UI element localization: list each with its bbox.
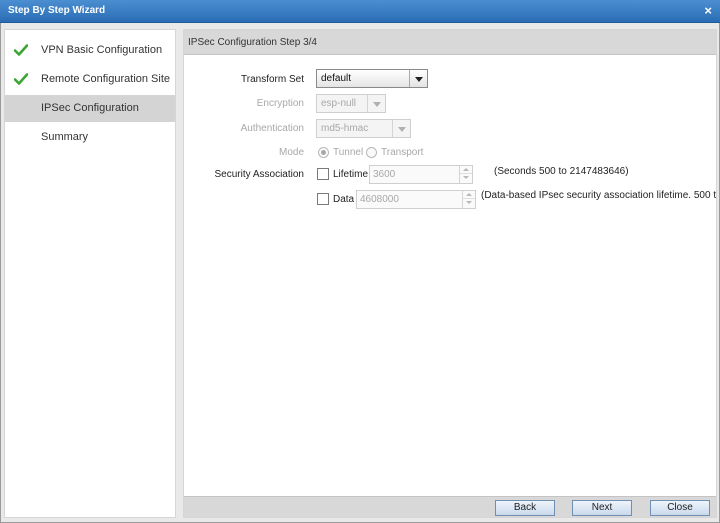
lifetime-value: 3600: [373, 169, 396, 180]
checkmark-icon: [14, 73, 28, 85]
mode-tunnel-radio[interactable]: [318, 147, 329, 158]
authentication-label: Authentication: [240, 123, 304, 134]
encryption-value: esp-null: [321, 98, 357, 109]
mode-transport-label: Transport: [381, 147, 424, 158]
transform-set-value: default: [321, 73, 352, 84]
wizard-window: VPN Basic Configuration Remote Configura…: [0, 23, 720, 523]
lifetime-checkbox[interactable]: [317, 168, 329, 180]
step-label: VPN Basic Configuration: [41, 44, 163, 56]
mode-transport-radio[interactable]: [366, 147, 377, 158]
window-title: Step By Step Wizard: [8, 5, 106, 16]
page-title: IPSec Configuration Step 3/4: [188, 37, 317, 48]
encryption-label: Encryption: [256, 98, 304, 109]
encryption-select[interactable]: esp-null: [316, 94, 386, 113]
data-input[interactable]: 4608000: [356, 190, 476, 209]
content-header: IPSec Configuration Step 3/4: [184, 30, 716, 55]
step-vpn-basic-configuration[interactable]: VPN Basic Configuration: [5, 37, 175, 64]
chevron-down-icon: [392, 120, 410, 137]
lifetime-input[interactable]: 3600: [369, 165, 473, 184]
step-ipsec-configuration[interactable]: IPSec Configuration: [5, 95, 175, 122]
step-summary[interactable]: Summary: [5, 124, 175, 151]
stepper-down-icon[interactable]: [463, 199, 475, 207]
authentication-select[interactable]: md5-hmac: [316, 119, 411, 138]
stepper-up-icon[interactable]: [463, 191, 475, 199]
step-label: Summary: [41, 131, 89, 143]
mode-tunnel-label: Tunnel: [333, 147, 364, 158]
transform-set-select[interactable]: default: [316, 69, 428, 88]
transform-set-label: Transform Set: [241, 74, 304, 85]
lifetime-stepper[interactable]: [459, 166, 472, 183]
next-button[interactable]: Next: [572, 500, 632, 516]
data-label: Data: [333, 194, 355, 205]
lifetime-label: Lifetime: [333, 169, 369, 180]
step-label: Remote Configuration Site: [41, 73, 171, 85]
wizard-steps-sidebar: VPN Basic Configuration Remote Configura…: [4, 29, 176, 518]
close-icon[interactable]: ×: [704, 3, 712, 18]
close-button[interactable]: Close: [650, 500, 710, 516]
security-association-label: Security Association: [214, 169, 305, 180]
data-stepper[interactable]: [462, 191, 475, 208]
stepper-down-icon[interactable]: [460, 174, 472, 182]
data-hint: (Data-based IPsec security association l…: [481, 190, 716, 201]
content-panel: IPSec Configuration Step 3/4 Transform S…: [183, 29, 717, 518]
checkmark-icon: [14, 44, 28, 56]
data-checkbox[interactable]: [317, 193, 329, 205]
chevron-down-icon: [367, 95, 385, 112]
data-value: 4608000: [360, 194, 399, 205]
stepper-up-icon[interactable]: [460, 166, 472, 174]
step-remote-configuration-site[interactable]: Remote Configuration Site: [5, 66, 175, 93]
button-bar: Back Next Close: [184, 496, 716, 517]
lifetime-hint: (Seconds 500 to 2147483646): [494, 166, 629, 177]
authentication-value: md5-hmac: [321, 123, 369, 134]
title-bar: Step By Step Wizard ×: [0, 0, 720, 23]
mode-label: Mode: [278, 147, 304, 158]
step-label: IPSec Configuration: [41, 102, 139, 114]
back-button[interactable]: Back: [495, 500, 555, 516]
chevron-down-icon: [409, 70, 427, 87]
